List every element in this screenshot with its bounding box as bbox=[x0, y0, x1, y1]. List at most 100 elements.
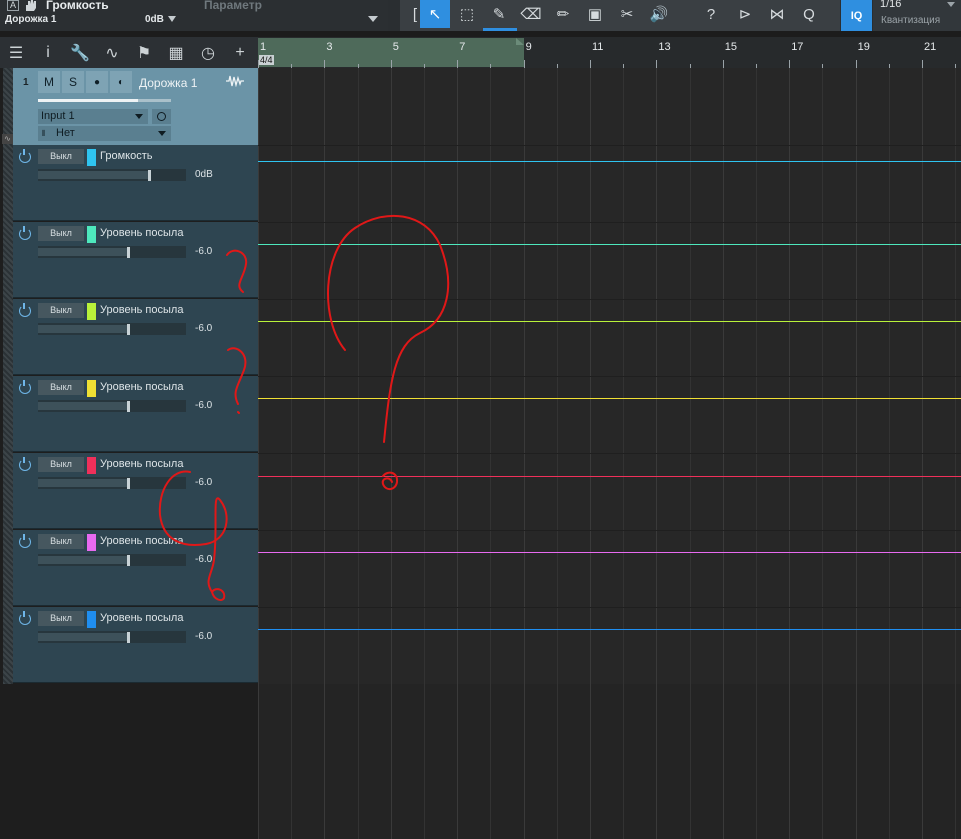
flag-icon[interactable]: ⚑ bbox=[128, 37, 160, 68]
lane-color-swatch[interactable] bbox=[87, 611, 96, 628]
lane-level-slider[interactable] bbox=[38, 246, 186, 258]
input-monitor-button[interactable] bbox=[152, 109, 171, 124]
quantize-q-icon[interactable]: Q bbox=[794, 0, 824, 28]
slider-thumb[interactable] bbox=[126, 632, 130, 643]
automation-lane-header[interactable]: Выкл Уровень посыла -6.0 bbox=[13, 299, 258, 375]
waveform-icon[interactable] bbox=[226, 75, 244, 87]
slider-thumb[interactable] bbox=[126, 401, 130, 412]
grid-icon[interactable]: ▦ bbox=[160, 37, 192, 68]
lane-level-slider[interactable] bbox=[38, 323, 186, 335]
mute-tool-icon[interactable]: ▣ bbox=[580, 0, 610, 28]
listen-tool-icon[interactable]: 🔊 bbox=[644, 0, 674, 28]
lane-color-swatch[interactable] bbox=[87, 303, 96, 320]
record-button[interactable]: ● bbox=[86, 71, 108, 93]
draw-tool-icon[interactable]: ✏ bbox=[548, 0, 578, 28]
monitor-button[interactable]: ◐ bbox=[110, 71, 132, 93]
lane-level-slider[interactable] bbox=[38, 477, 186, 489]
parameter-name: Громкость bbox=[46, 0, 109, 12]
automation-off-button[interactable]: Выкл bbox=[38, 534, 84, 549]
power-icon[interactable] bbox=[19, 611, 31, 625]
paint-tool-icon[interactable]: ✎ bbox=[484, 0, 514, 28]
power-icon[interactable] bbox=[19, 149, 31, 163]
lane-level-slider[interactable] bbox=[38, 554, 186, 566]
automation-off-button[interactable]: Выкл bbox=[38, 611, 84, 626]
automation-off-button[interactable]: Выкл bbox=[38, 457, 84, 472]
lane-color-swatch[interactable] bbox=[87, 226, 96, 243]
solo-button[interactable]: S bbox=[62, 71, 84, 93]
automation-off-button[interactable]: Выкл bbox=[38, 149, 84, 164]
mute-button[interactable]: M bbox=[38, 71, 60, 93]
lane-name: Уровень посыла bbox=[100, 304, 184, 316]
automation-lane-header[interactable]: Выкл Уровень посыла -6.0 bbox=[13, 607, 258, 683]
eraser-tool-icon[interactable]: ⌫ bbox=[516, 0, 546, 28]
automation-off-button[interactable]: Выкл bbox=[38, 303, 84, 318]
automation-lane-header[interactable]: Выкл Уровень посыла -6.0 bbox=[13, 453, 258, 529]
automation-envelope-line[interactable] bbox=[258, 321, 961, 322]
lane-color-swatch[interactable] bbox=[87, 457, 96, 474]
clock-icon[interactable]: ◷ bbox=[192, 37, 224, 68]
track-volume-bar[interactable] bbox=[38, 99, 171, 102]
power-icon[interactable] bbox=[19, 303, 31, 317]
parameter-dropdown-icon[interactable] bbox=[368, 16, 378, 22]
add-icon[interactable]: + bbox=[224, 37, 256, 68]
output-select[interactable]: ⫴ Нет bbox=[38, 126, 171, 141]
help-icon[interactable]: ? bbox=[696, 0, 726, 28]
lane-level-slider[interactable] bbox=[38, 169, 186, 181]
split-tool-icon[interactable]: ✂ bbox=[612, 0, 642, 28]
power-icon[interactable] bbox=[19, 534, 31, 548]
quantize-select[interactable]: 1/16 Квантизация bbox=[873, 0, 961, 31]
automation-envelope-line[interactable] bbox=[258, 398, 961, 399]
lane-value: -6.0 bbox=[195, 246, 213, 257]
slider-thumb[interactable] bbox=[126, 247, 130, 258]
automation-lane-header[interactable]: Выкл Уровень посыла -6.0 bbox=[13, 530, 258, 606]
hand-icon[interactable] bbox=[24, 0, 38, 12]
track-volume-fill bbox=[38, 99, 138, 102]
automation-lane-header[interactable]: Выкл Громкость 0dB bbox=[13, 145, 258, 221]
automation-lane-header[interactable]: Выкл Уровень посыла -6.0 bbox=[13, 222, 258, 298]
automation-envelope-line[interactable] bbox=[258, 244, 961, 245]
automation-envelope-line[interactable] bbox=[258, 161, 961, 162]
automation-envelope-line[interactable] bbox=[258, 552, 961, 553]
arrange-view[interactable] bbox=[258, 68, 961, 839]
automation-off-button[interactable]: Выкл bbox=[38, 380, 84, 395]
a-icon[interactable]: A bbox=[7, 0, 19, 11]
wrench-icon[interactable]: 🔧 bbox=[64, 37, 96, 68]
ruler-tick bbox=[856, 60, 857, 68]
slider-thumb[interactable] bbox=[147, 170, 151, 181]
lane-color-swatch[interactable] bbox=[87, 534, 96, 551]
automation-off-button[interactable]: Выкл bbox=[38, 226, 84, 241]
lane-level-slider[interactable] bbox=[38, 631, 186, 643]
lane-level-slider[interactable] bbox=[38, 400, 186, 412]
info-icon[interactable]: i bbox=[32, 37, 64, 68]
automation-envelope-line[interactable] bbox=[258, 476, 961, 477]
bend-slice-icon[interactable]: ⋈ bbox=[762, 0, 792, 28]
list-icon[interactable]: ☰ bbox=[0, 37, 32, 68]
slider-thumb[interactable] bbox=[126, 324, 130, 335]
slider-thumb[interactable] bbox=[126, 555, 130, 566]
range-tool-icon[interactable]: ⬚ bbox=[452, 0, 482, 28]
slider-thumb[interactable] bbox=[126, 478, 130, 489]
power-icon[interactable] bbox=[19, 457, 31, 471]
iq-button[interactable]: IQ bbox=[841, 0, 872, 31]
lane-value: 0dB bbox=[195, 169, 213, 180]
power-icon[interactable] bbox=[19, 380, 31, 394]
arrow-tool-icon[interactable]: ↖ bbox=[420, 0, 450, 28]
track-number: 1 bbox=[23, 77, 29, 88]
input-select[interactable]: Input 1 bbox=[38, 109, 148, 124]
automation-envelope-line[interactable] bbox=[258, 629, 961, 630]
timeline-ruler[interactable]: 4/4 1 3 5 7 9 11 13 15 17 19 21 bbox=[258, 37, 961, 68]
lane-color-swatch[interactable] bbox=[87, 149, 96, 166]
lane-color-swatch[interactable] bbox=[87, 380, 96, 397]
ruler-bar-label: 3 bbox=[326, 41, 333, 53]
power-icon[interactable] bbox=[19, 226, 31, 240]
automation-lane-header[interactable]: Выкл Уровень посыла -6.0 bbox=[13, 376, 258, 452]
track-name[interactable]: Дорожка 1 bbox=[139, 76, 197, 90]
track-header[interactable]: 1 M S ● ◐ Дорожка 1 Input 1 ⫴ Нет bbox=[13, 68, 258, 145]
ruler-bar-label: 15 bbox=[724, 41, 738, 53]
parameter-value[interactable]: 0dB bbox=[145, 14, 164, 25]
bend-marker-icon[interactable]: ⊳ bbox=[730, 0, 760, 28]
value-dropdown-icon[interactable] bbox=[168, 16, 176, 22]
automation-icon[interactable]: ∿ bbox=[96, 37, 128, 68]
automation-toggle-icon[interactable]: ∿ bbox=[2, 134, 13, 144]
ruler-bar-label: 21 bbox=[924, 41, 937, 53]
